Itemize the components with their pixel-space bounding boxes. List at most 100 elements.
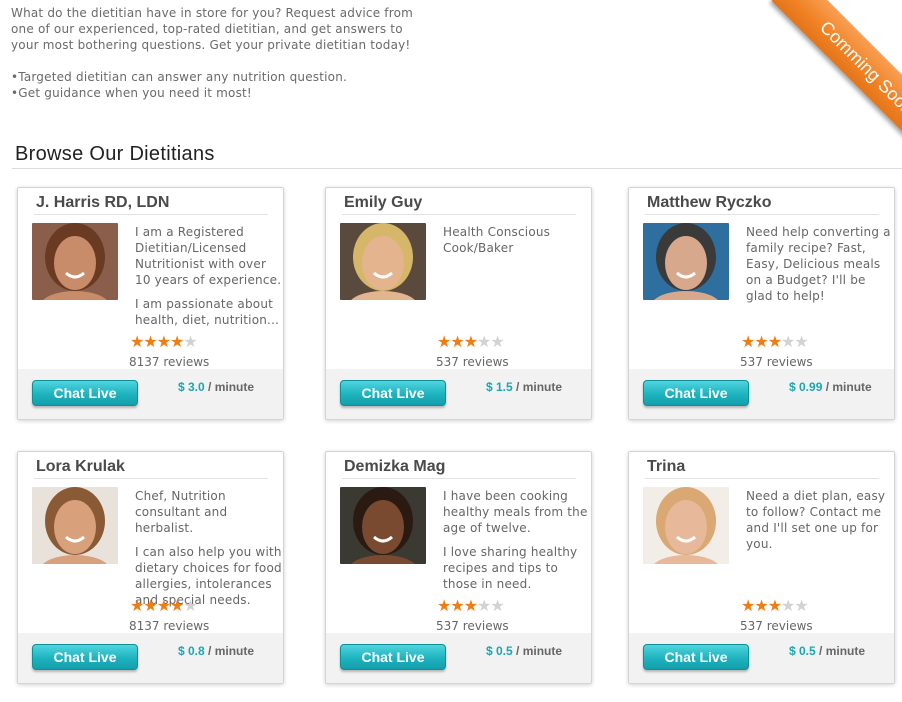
star-empty-icon: ★ <box>781 332 795 351</box>
description-paragraph: I love sharing healthy recipes and tips … <box>443 545 578 591</box>
dietitian-photo <box>643 487 729 564</box>
star-empty-icon: ★ <box>183 332 197 351</box>
card-footer: Chat Live $ 3.0 / minute <box>18 369 283 419</box>
star-filled-icon: ★ <box>156 332 171 351</box>
price-per-minute: $ 3.0 / minute <box>178 380 254 394</box>
price-amount: $ 0.99 <box>789 380 823 394</box>
coming-soon-label: Comming Soon <box>771 0 902 160</box>
star-filled-icon: ★ <box>437 332 451 351</box>
dietitian-description: Chef, Nutrition consultant and herbalist… <box>135 488 283 608</box>
dietitian-card: Emily Guy Health Conscious Cook/Baker ★★★★… <box>325 187 592 420</box>
dietitian-card: Trina Need a diet plan, easy to follow? C… <box>628 451 895 684</box>
review-count: 8137 reviews <box>129 355 210 369</box>
dietitian-description: Health Conscious Cook/Baker <box>443 224 591 256</box>
dietitian-name: Emily Guy <box>344 194 423 211</box>
review-count: 537 reviews <box>740 355 813 369</box>
price-unit: / minute <box>825 380 872 394</box>
review-count: 537 reviews <box>740 619 813 633</box>
dietitian-photo <box>340 487 426 564</box>
dietitian-description: Need help converting a family recipe? Fa… <box>746 224 894 304</box>
description-paragraph: Health Conscious Cook/Baker <box>443 225 551 255</box>
star-filled-icon: ★ <box>754 332 768 351</box>
dietitian-name: J. Harris RD, LDN <box>36 194 170 211</box>
dietitian-photo <box>643 223 729 300</box>
price-per-minute: $ 1.5 / minute <box>486 380 562 394</box>
card-footer: Chat Live $ 0.99 / minute <box>629 369 894 419</box>
star-filled-icon: ★ <box>767 596 782 615</box>
star-empty-icon: ★ <box>794 596 808 615</box>
star-filled-icon: ★ <box>130 332 144 351</box>
dietitian-name: Demizka Mag <box>344 458 446 475</box>
chat-live-button[interactable]: Chat Live <box>32 644 138 670</box>
dietitian-name: Lora Krulak <box>36 458 125 475</box>
star-filled-icon: ★ <box>450 332 464 351</box>
price-per-minute: $ 0.8 / minute <box>178 644 254 658</box>
dietitian-photo <box>32 223 118 300</box>
price-amount: $ 0.5 <box>789 644 816 658</box>
star-filled-icon: ★ <box>767 332 782 351</box>
review-count: 8137 reviews <box>129 619 210 633</box>
card-footer: Chat Live $ 0.5 / minute <box>629 633 894 683</box>
star-rating: ★★★★★ <box>741 332 809 351</box>
price-per-minute: $ 0.99 / minute <box>789 380 872 394</box>
star-filled-icon: ★ <box>463 596 478 615</box>
name-divider <box>34 214 268 215</box>
coming-soon-ribbon: Comming Soon <box>742 0 902 160</box>
card-footer: Chat Live $ 0.5 / minute <box>326 633 591 683</box>
section-title: Browse Our Dietitians <box>15 143 215 165</box>
star-rating: ★★★★★ <box>130 332 198 351</box>
price-amount: $ 0.5 <box>486 644 513 658</box>
intro-text: What do the dietitian have in store for … <box>11 5 431 101</box>
price-unit: / minute <box>516 380 563 394</box>
dietitian-card: J. Harris RD, LDN I am a Registered Dieti… <box>17 187 284 420</box>
dietitian-name: Trina <box>647 458 686 475</box>
description-paragraph: Chef, Nutrition consultant and herbalist… <box>135 489 228 535</box>
name-divider <box>342 478 576 479</box>
intro-bullet: •Targeted dietitian can answer any nutri… <box>11 70 348 84</box>
star-filled-icon: ★ <box>463 332 478 351</box>
description-paragraph: I am a Registered Dietitian/Licensed Nut… <box>135 225 282 287</box>
star-filled-icon: ★ <box>450 596 464 615</box>
price-amount: $ 3.0 <box>178 380 205 394</box>
star-empty-icon: ★ <box>490 332 504 351</box>
description-paragraph: I am passionate about health, diet, nutr… <box>135 297 280 327</box>
star-rating: ★★★★★ <box>437 596 505 615</box>
star-filled-icon: ★ <box>170 332 184 351</box>
intro-bullet: •Get guidance when you need it most! <box>11 86 252 100</box>
price-unit: / minute <box>516 644 563 658</box>
star-filled-icon: ★ <box>156 596 171 615</box>
review-count: 537 reviews <box>436 619 509 633</box>
star-empty-icon: ★ <box>183 596 197 615</box>
name-divider <box>34 478 268 479</box>
star-empty-icon: ★ <box>794 332 808 351</box>
star-rating: ★★★★★ <box>741 596 809 615</box>
description-paragraph: Need a diet plan, easy to follow? Contac… <box>746 489 886 551</box>
price-amount: $ 0.8 <box>178 644 205 658</box>
name-divider <box>342 214 576 215</box>
star-filled-icon: ★ <box>741 596 755 615</box>
star-filled-icon: ★ <box>741 332 755 351</box>
chat-live-button[interactable]: Chat Live <box>340 644 446 670</box>
price-per-minute: $ 0.5 / minute <box>789 644 865 658</box>
intro-paragraph: What do the dietitian have in store for … <box>11 6 414 52</box>
star-empty-icon: ★ <box>477 596 491 615</box>
chat-live-button[interactable]: Chat Live <box>32 380 138 406</box>
star-empty-icon: ★ <box>781 596 795 615</box>
dietitian-photo <box>32 487 118 564</box>
star-filled-icon: ★ <box>130 596 144 615</box>
chat-live-button[interactable]: Chat Live <box>643 644 749 670</box>
star-filled-icon: ★ <box>437 596 451 615</box>
dietitian-card: Matthew Ryczko Need help converting a fam… <box>628 187 895 420</box>
card-footer: Chat Live $ 0.8 / minute <box>18 633 283 683</box>
description-paragraph: Need help converting a family recipe? Fa… <box>746 225 891 303</box>
dietitian-card: Lora Krulak Chef, Nutrition consultant an… <box>17 451 284 684</box>
star-filled-icon: ★ <box>170 596 184 615</box>
chat-live-button[interactable]: Chat Live <box>340 380 446 406</box>
price-unit: / minute <box>208 644 255 658</box>
name-divider <box>645 214 879 215</box>
name-divider <box>645 478 879 479</box>
star-rating: ★★★★★ <box>130 596 198 615</box>
dietitian-name: Matthew Ryczko <box>647 194 772 211</box>
card-footer: Chat Live $ 1.5 / minute <box>326 369 591 419</box>
chat-live-button[interactable]: Chat Live <box>643 380 749 406</box>
